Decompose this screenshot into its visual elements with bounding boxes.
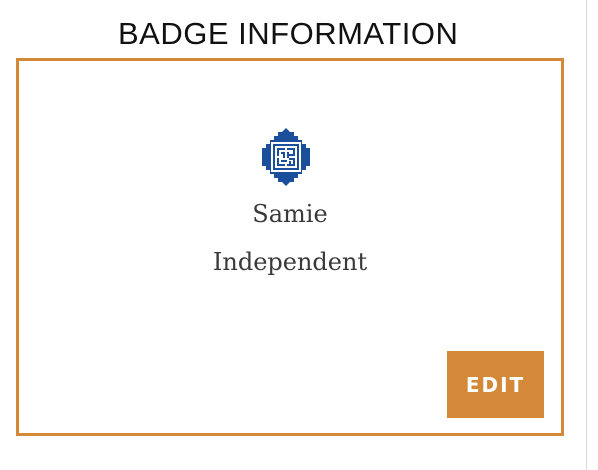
badge-type: Independent bbox=[212, 248, 368, 276]
page-title: BADGE INFORMATION bbox=[118, 16, 459, 51]
edit-button[interactable]: EDIT bbox=[447, 351, 544, 418]
badge-card: Samie Independent EDIT bbox=[16, 58, 564, 436]
badge-information-page: BADGE INFORMATION Samie Independent EDIT bbox=[0, 0, 598, 470]
badge-name: Samie bbox=[252, 200, 328, 228]
geometric-kufic-logo-icon bbox=[262, 128, 310, 186]
right-divider bbox=[586, 0, 587, 470]
